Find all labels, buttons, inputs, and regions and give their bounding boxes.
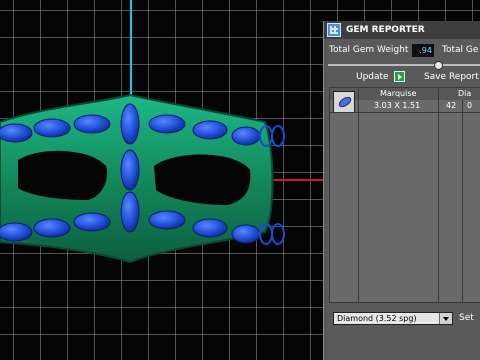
marquise-gem: [192, 218, 228, 238]
marquise-gem: [73, 114, 111, 134]
marquise-gem: [33, 118, 71, 138]
weight-row: Total Gem Weight .94 Total Ge: [324, 44, 480, 58]
gem-extra: 0: [467, 101, 473, 110]
marquise-gem: [73, 212, 111, 232]
column-divider: [358, 88, 359, 302]
marquise-gem: [148, 114, 186, 134]
marquise-gem: [231, 126, 261, 146]
list-row[interactable]: 3.03 X 1.51 42 0: [330, 100, 480, 112]
marquise-gem: [192, 120, 228, 140]
marquise-gem: [33, 218, 71, 238]
gem-reporter-panel: GEM REPORTER Total Gem Weight .94 Total …: [323, 21, 480, 360]
column-divider: [462, 100, 463, 302]
save-report-button[interactable]: Save Report: [424, 72, 479, 82]
marquise-gem: [231, 224, 261, 244]
total-gem-label-2: Total Ge: [442, 45, 479, 55]
gem-type-selected: Diamond (3.52 spg): [337, 314, 417, 323]
column-header-marquise[interactable]: Marquise: [380, 89, 416, 98]
play-icon[interactable]: [394, 71, 405, 82]
column-header-dia[interactable]: Dia: [458, 89, 471, 98]
wire-ring: [271, 125, 285, 147]
marquise-gem: [148, 210, 186, 230]
slider-track: [328, 64, 480, 66]
column-divider: [438, 88, 439, 302]
gem-size: 3.03 X 1.51: [374, 101, 421, 110]
gem-type-select[interactable]: Diamond (3.52 spg): [333, 312, 453, 325]
panel-title-bar: GEM REPORTER: [324, 21, 480, 39]
total-gem-weight-label: Total Gem Weight: [329, 45, 409, 55]
slider-knob[interactable]: [434, 61, 443, 70]
panel-title: GEM REPORTER: [346, 25, 425, 35]
set-button[interactable]: Set: [459, 313, 474, 323]
marquise-gem: [120, 149, 140, 191]
wire-ring: [271, 223, 285, 245]
mask-eye-left: [18, 150, 108, 200]
marquise-gem: [120, 103, 140, 145]
marquise-gem: [0, 222, 33, 242]
gem-reporter-logo-icon: [327, 23, 341, 37]
gem-list[interactable]: Marquise Dia 3.03 X 1.51 42 0: [329, 87, 480, 303]
gem-count: 42: [446, 101, 457, 110]
total-gem-weight-field[interactable]: .94: [412, 44, 434, 57]
mask-model[interactable]: [0, 0, 325, 360]
update-button[interactable]: Update: [356, 72, 389, 82]
marquise-gem: [0, 123, 33, 143]
action-row: Update Save Report: [324, 71, 480, 85]
row-divider: [330, 112, 480, 113]
marquise-gem: [120, 191, 140, 233]
weight-slider[interactable]: [328, 61, 480, 71]
chevron-down-icon[interactable]: [439, 313, 452, 324]
